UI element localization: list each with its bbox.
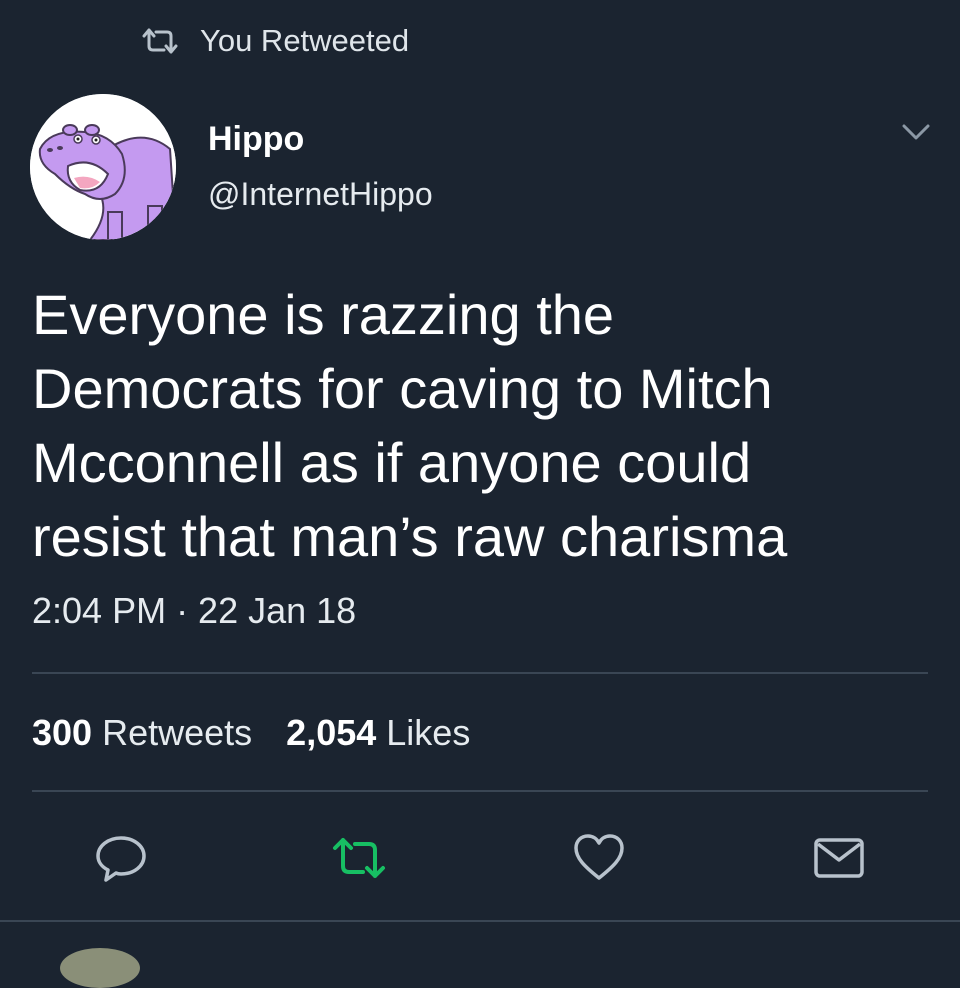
retweets-stat[interactable]: 300 Retweets [32,712,252,754]
author-name[interactable]: Hippo [208,120,304,159]
tweet-timestamp[interactable]: 2:04 PM · 22 Jan 18 [32,590,356,632]
divider [0,920,960,922]
likes-label: Likes [386,712,471,753]
tweet-text-line: Everyone is razzing the [32,283,615,346]
retweets-label: Retweets [102,712,253,753]
retweet-banner-label: You Retweeted [200,23,410,58]
retweet-button[interactable] [332,832,386,884]
divider [32,672,928,674]
divider [32,790,928,792]
likes-count: 2,054 [286,712,377,753]
tweet-stats: 300 Retweets 2,054 Likes [32,712,470,754]
like-button[interactable] [572,832,626,884]
chevron-down-icon[interactable] [898,120,934,146]
retweets-count: 300 [32,712,93,753]
mail-icon [814,838,864,878]
reply-button[interactable] [94,832,148,884]
heart-icon [574,834,624,880]
reply-icon [96,836,146,882]
avatar[interactable] [30,94,176,240]
retweet-banner: You Retweeted [140,18,409,64]
direct-message-button[interactable] [812,832,866,884]
tweet-text-line: Mcconnell as if anyone could [32,431,752,494]
next-tweet-avatar[interactable] [60,948,140,988]
tweet-text-line: Democrats for caving to Mitch [32,357,773,420]
retweet-icon [333,838,385,878]
hippo-avatar [30,94,176,240]
author-handle[interactable]: @InternetHippo [208,176,433,213]
tweet-text: Everyone is razzing the Democrats for ca… [32,278,932,574]
likes-stat[interactable]: 2,054 Likes [286,712,470,754]
retweet-icon [142,28,178,54]
tweet-text-line: resist that man’s raw charisma [32,505,788,568]
